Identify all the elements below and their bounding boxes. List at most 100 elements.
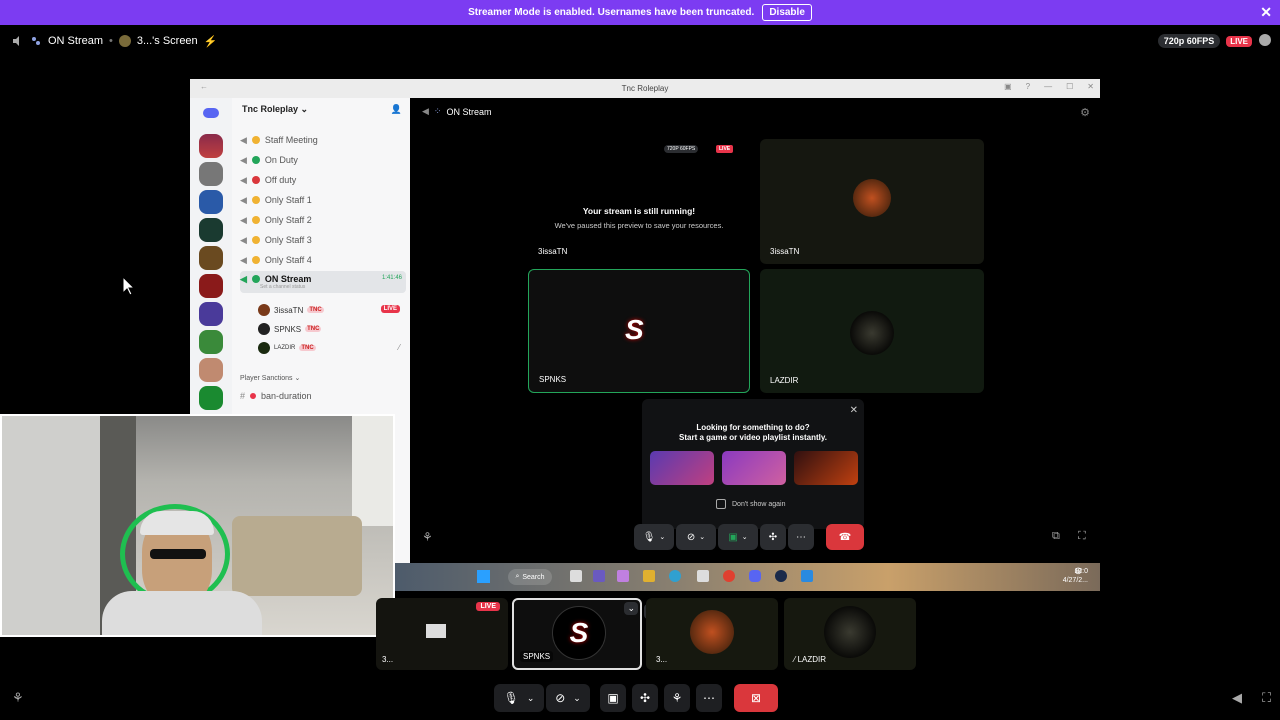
bottom-tile-selected[interactable]: S SPNKS ⌄ [512, 598, 642, 670]
participant-tile[interactable]: 3issaTN [760, 139, 984, 264]
chevron-down-icon[interactable]: ⌄ [624, 602, 638, 615]
volume-icon[interactable]: ◀ [1232, 690, 1242, 706]
server-icon[interactable] [199, 302, 223, 326]
more-button[interactable]: ⋯ [788, 524, 814, 550]
server-name[interactable]: Tnc Roleplay ⌄ [242, 104, 308, 115]
speaker-icon[interactable] [12, 35, 24, 47]
server-icon[interactable] [199, 162, 223, 186]
channel-item[interactable]: ◀ Only Staff 4 [240, 251, 406, 269]
activity-thumbnail[interactable] [722, 451, 786, 485]
screen-share-icon: ▣ [607, 691, 619, 705]
microphone-button[interactable]: 🎙 ⌄ [494, 684, 544, 712]
category-header[interactable]: Player Sanctions ⌄ [240, 374, 300, 382]
channel-item-active[interactable]: ◀ ON Stream 1:41:46 Set a channel status [240, 271, 406, 293]
spnks-avatar: S [552, 606, 606, 660]
screen-name[interactable]: 3...'s Screen [137, 35, 198, 47]
activity-thumbnail[interactable] [650, 451, 714, 485]
chevron-down-icon: ⌄ [573, 692, 581, 703]
zoom-icon[interactable]: ⊕ [1074, 566, 1082, 577]
add-member-icon[interactable]: 👤 [391, 104, 402, 115]
activities-button[interactable]: ✣ [632, 684, 658, 712]
inbox-icon[interactable]: ▣ [1004, 82, 1012, 91]
members-icon[interactable]: ⚙ [1080, 106, 1090, 119]
server-icon[interactable] [199, 330, 223, 354]
hash-icon: # [240, 391, 246, 401]
help-icon[interactable]: ? [1026, 82, 1030, 91]
maximize-icon[interactable]: ☐ [1066, 82, 1073, 91]
camera-button[interactable]: ⊘ ⌄ [546, 684, 590, 712]
channel-item[interactable]: ◀ Only Staff 1 [240, 191, 406, 209]
status-dot [251, 196, 260, 204]
bottom-tile[interactable]: ⁄ LAZDIR [784, 598, 916, 670]
participant-tile[interactable]: LAZDIR [760, 269, 984, 393]
mouse-cursor-icon [122, 276, 136, 296]
channel-item[interactable]: ◀ On Duty [240, 151, 406, 169]
discord-logo-icon[interactable] [201, 106, 221, 120]
taskbar-app-icon[interactable] [749, 570, 761, 582]
taskbar-app-icon[interactable] [593, 570, 605, 582]
window-close-icon[interactable]: ✕ [1087, 82, 1094, 91]
activities-button[interactable]: ✣ [760, 524, 786, 550]
microphone-button[interactable]: 🎙 ⌄ [634, 524, 674, 550]
fullscreen-icon[interactable]: ⛶ [1078, 530, 1086, 543]
close-icon[interactable]: ✕ [1260, 4, 1272, 21]
voice-icon: ◀ [240, 234, 247, 245]
member-item[interactable]: 3issaTN TNC [258, 302, 324, 318]
voice-icon: ◀ [240, 134, 247, 145]
dont-show-again[interactable]: Don't show again [716, 499, 785, 509]
member-item[interactable]: SPNKS TNC [258, 321, 322, 337]
server-icon[interactable] [199, 386, 223, 410]
fullscreen-icon[interactable]: ⛶ [1262, 690, 1271, 706]
taskbar-app-icon[interactable] [697, 570, 709, 582]
taskbar-search[interactable]: ⌕ Search [508, 569, 552, 585]
taskbar-app-icon[interactable] [643, 570, 655, 582]
text-channel-item[interactable]: # ban-duration [240, 387, 406, 405]
channel-item[interactable]: ◀ Off duty [240, 171, 406, 189]
taskbar-app-icon[interactable] [775, 570, 787, 582]
screen-share-button[interactable]: ▣ ⌄ [718, 524, 758, 550]
channel-name[interactable]: ON Stream [48, 35, 103, 47]
server-icon[interactable] [199, 190, 223, 214]
pop-out-icon[interactable]: ⧉ [1052, 530, 1060, 543]
more-icon: ⋯ [703, 691, 715, 705]
activity-thumbnail[interactable] [794, 451, 858, 485]
back-arrow-icon[interactable]: ← [200, 82, 208, 91]
member-item[interactable]: LAZDIR TNC [258, 340, 316, 356]
checkbox[interactable] [716, 499, 726, 509]
screen-share-button[interactable]: ▣ [600, 684, 626, 712]
channel-item[interactable]: ◀ Only Staff 3 [240, 231, 406, 249]
taskbar-app-icon[interactable] [570, 570, 582, 582]
more-button[interactable]: ⋯ [696, 684, 722, 712]
stop-stream-button[interactable]: ⊠ [734, 684, 778, 712]
server-icon[interactable] [199, 274, 223, 298]
windows-start-icon[interactable] [477, 570, 490, 583]
server-icon[interactable] [199, 218, 223, 242]
server-icon[interactable] [199, 134, 223, 158]
camera-button[interactable]: ⊘ ⌄ [676, 524, 716, 550]
close-icon[interactable]: ✕ [850, 405, 858, 416]
taskbar-app-icon[interactable] [669, 570, 681, 582]
taskbar-app-icon[interactable] [801, 570, 813, 582]
disable-button[interactable]: Disable [762, 4, 812, 21]
channel-item[interactable]: ◀ Staff Meeting [240, 131, 406, 149]
channel-status[interactable]: Set a channel status [260, 284, 305, 290]
server-icon[interactable] [199, 358, 223, 382]
taskbar-app-icon[interactable] [723, 570, 735, 582]
soundboard-icon[interactable]: ⚘ [12, 690, 24, 706]
bottom-tile[interactable]: 3... [646, 598, 778, 670]
taskbar-app-icon[interactable] [617, 570, 629, 582]
server-icon[interactable] [199, 246, 223, 270]
disconnect-button[interactable]: ☎ [826, 524, 864, 550]
call-timer: 1:41:46 [381, 275, 402, 281]
soundboard-icon[interactable]: ⚘ [422, 530, 433, 544]
participant-tile-speaking[interactable]: S SPNKS [528, 269, 750, 393]
minimize-icon[interactable]: — [1044, 82, 1052, 91]
microphone-icon: 🎙 [503, 691, 519, 705]
channel-item[interactable]: ◀ Only Staff 2 [240, 211, 406, 229]
paused-stream-tile[interactable]: 720P 60FPS LIVE 3issaTN [528, 139, 750, 264]
voice-icon: ◀ [240, 194, 247, 205]
chat-icon[interactable] [1258, 33, 1272, 50]
mute-icon: ⁄ [794, 655, 796, 664]
soundboard-button[interactable]: ⚘ [664, 684, 690, 712]
bottom-tile[interactable]: LIVE 3... [376, 598, 508, 670]
